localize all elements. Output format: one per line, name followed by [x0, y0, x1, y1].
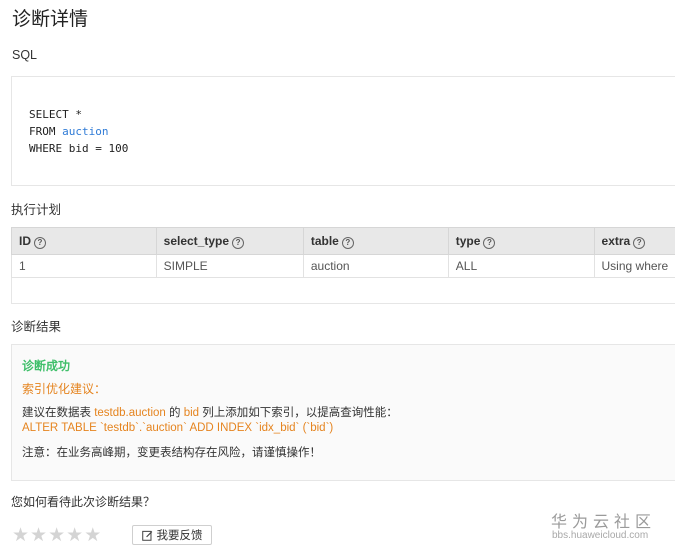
watermark-logo-text: 华为云社区 [551, 514, 657, 531]
feedback-button[interactable]: 我要反馈 [132, 525, 212, 545]
plan-section-label: 执行计划 [11, 203, 62, 217]
plan-col-type: type? [447, 227, 595, 255]
status-success: 诊断成功 [22, 359, 71, 373]
plan-cell-extra: Using where [593, 254, 675, 278]
plan-cell-table: auction [302, 254, 449, 278]
plan-table: ID? select_type? table? type? extra? 1 S… [11, 227, 675, 278]
plan-col-extra: extra? [593, 227, 675, 255]
help-icon[interactable]: ? [232, 236, 245, 249]
help-icon[interactable]: ? [341, 236, 354, 249]
watermark-url: bbs.huaweicloud.com [552, 530, 649, 541]
result-box: 诊断成功 索引优化建议： 建议在数据表 testdb.auction 的 bid… [11, 344, 675, 481]
feedback-button-label: 我要反馈 [156, 530, 203, 542]
plan-header-row: ID? select_type? table? type? extra? [11, 227, 675, 255]
sql-line-2-table: auction [62, 125, 109, 138]
index-sql: ALTER TABLE `testdb`.`auction` ADD INDEX… [22, 422, 334, 434]
risk-warning: 注意：在业务高峰期，变更表结构存在风险，请谨慎操作！ [22, 447, 321, 459]
sql-line-2-keyword: FROM [29, 125, 63, 138]
result-section-label: 诊断结果 [11, 320, 62, 334]
feedback-question: 您如何看待此次诊断结果？ [11, 495, 156, 509]
help-icon[interactable]: ? [483, 236, 496, 249]
help-icon[interactable]: ? [633, 236, 646, 249]
star-icon[interactable]: ★ [66, 526, 83, 545]
star-icon[interactable]: ★ [48, 526, 65, 545]
plan-cell-type: ALL [447, 254, 595, 278]
sql-code: SELECT * FROM auction WHERE bid = 100 [29, 106, 128, 157]
plan-cell-select-type: SIMPLE [155, 254, 304, 278]
page-title: 诊断详情 [12, 9, 89, 30]
sql-line-3: WHERE bid = 100 [29, 142, 129, 155]
sql-section-label: SQL [12, 48, 38, 62]
advice-column-name: bid [183, 407, 200, 419]
edit-icon [141, 530, 152, 541]
table-row: 1 SIMPLE auction ALL Using where [11, 254, 675, 278]
sql-code-box: SELECT * FROM auction WHERE bid = 100 [11, 76, 675, 186]
plan-col-id: ID? [11, 227, 157, 255]
help-icon[interactable]: ? [34, 236, 46, 249]
advice-text: 建议在数据表 testdb.auction 的 bid 列上添加如下索引，以提高… [22, 407, 398, 419]
advice-title: 索引优化建议： [22, 382, 107, 396]
plan-col-table: table? [302, 227, 449, 255]
star-icon[interactable]: ★ [84, 526, 101, 545]
star-icon[interactable]: ★ [30, 526, 47, 545]
star-icon[interactable]: ★ [12, 526, 29, 545]
advice-table-name: testdb.auction [94, 407, 166, 419]
plan-col-select-type: select_type? [155, 227, 304, 255]
sql-line-1: SELECT * [29, 108, 82, 121]
plan-table-container: ID? select_type? table? type? extra? 1 S… [11, 227, 675, 304]
rating-stars: ★★★★★ [12, 526, 102, 546]
plan-cell-id: 1 [11, 254, 157, 278]
